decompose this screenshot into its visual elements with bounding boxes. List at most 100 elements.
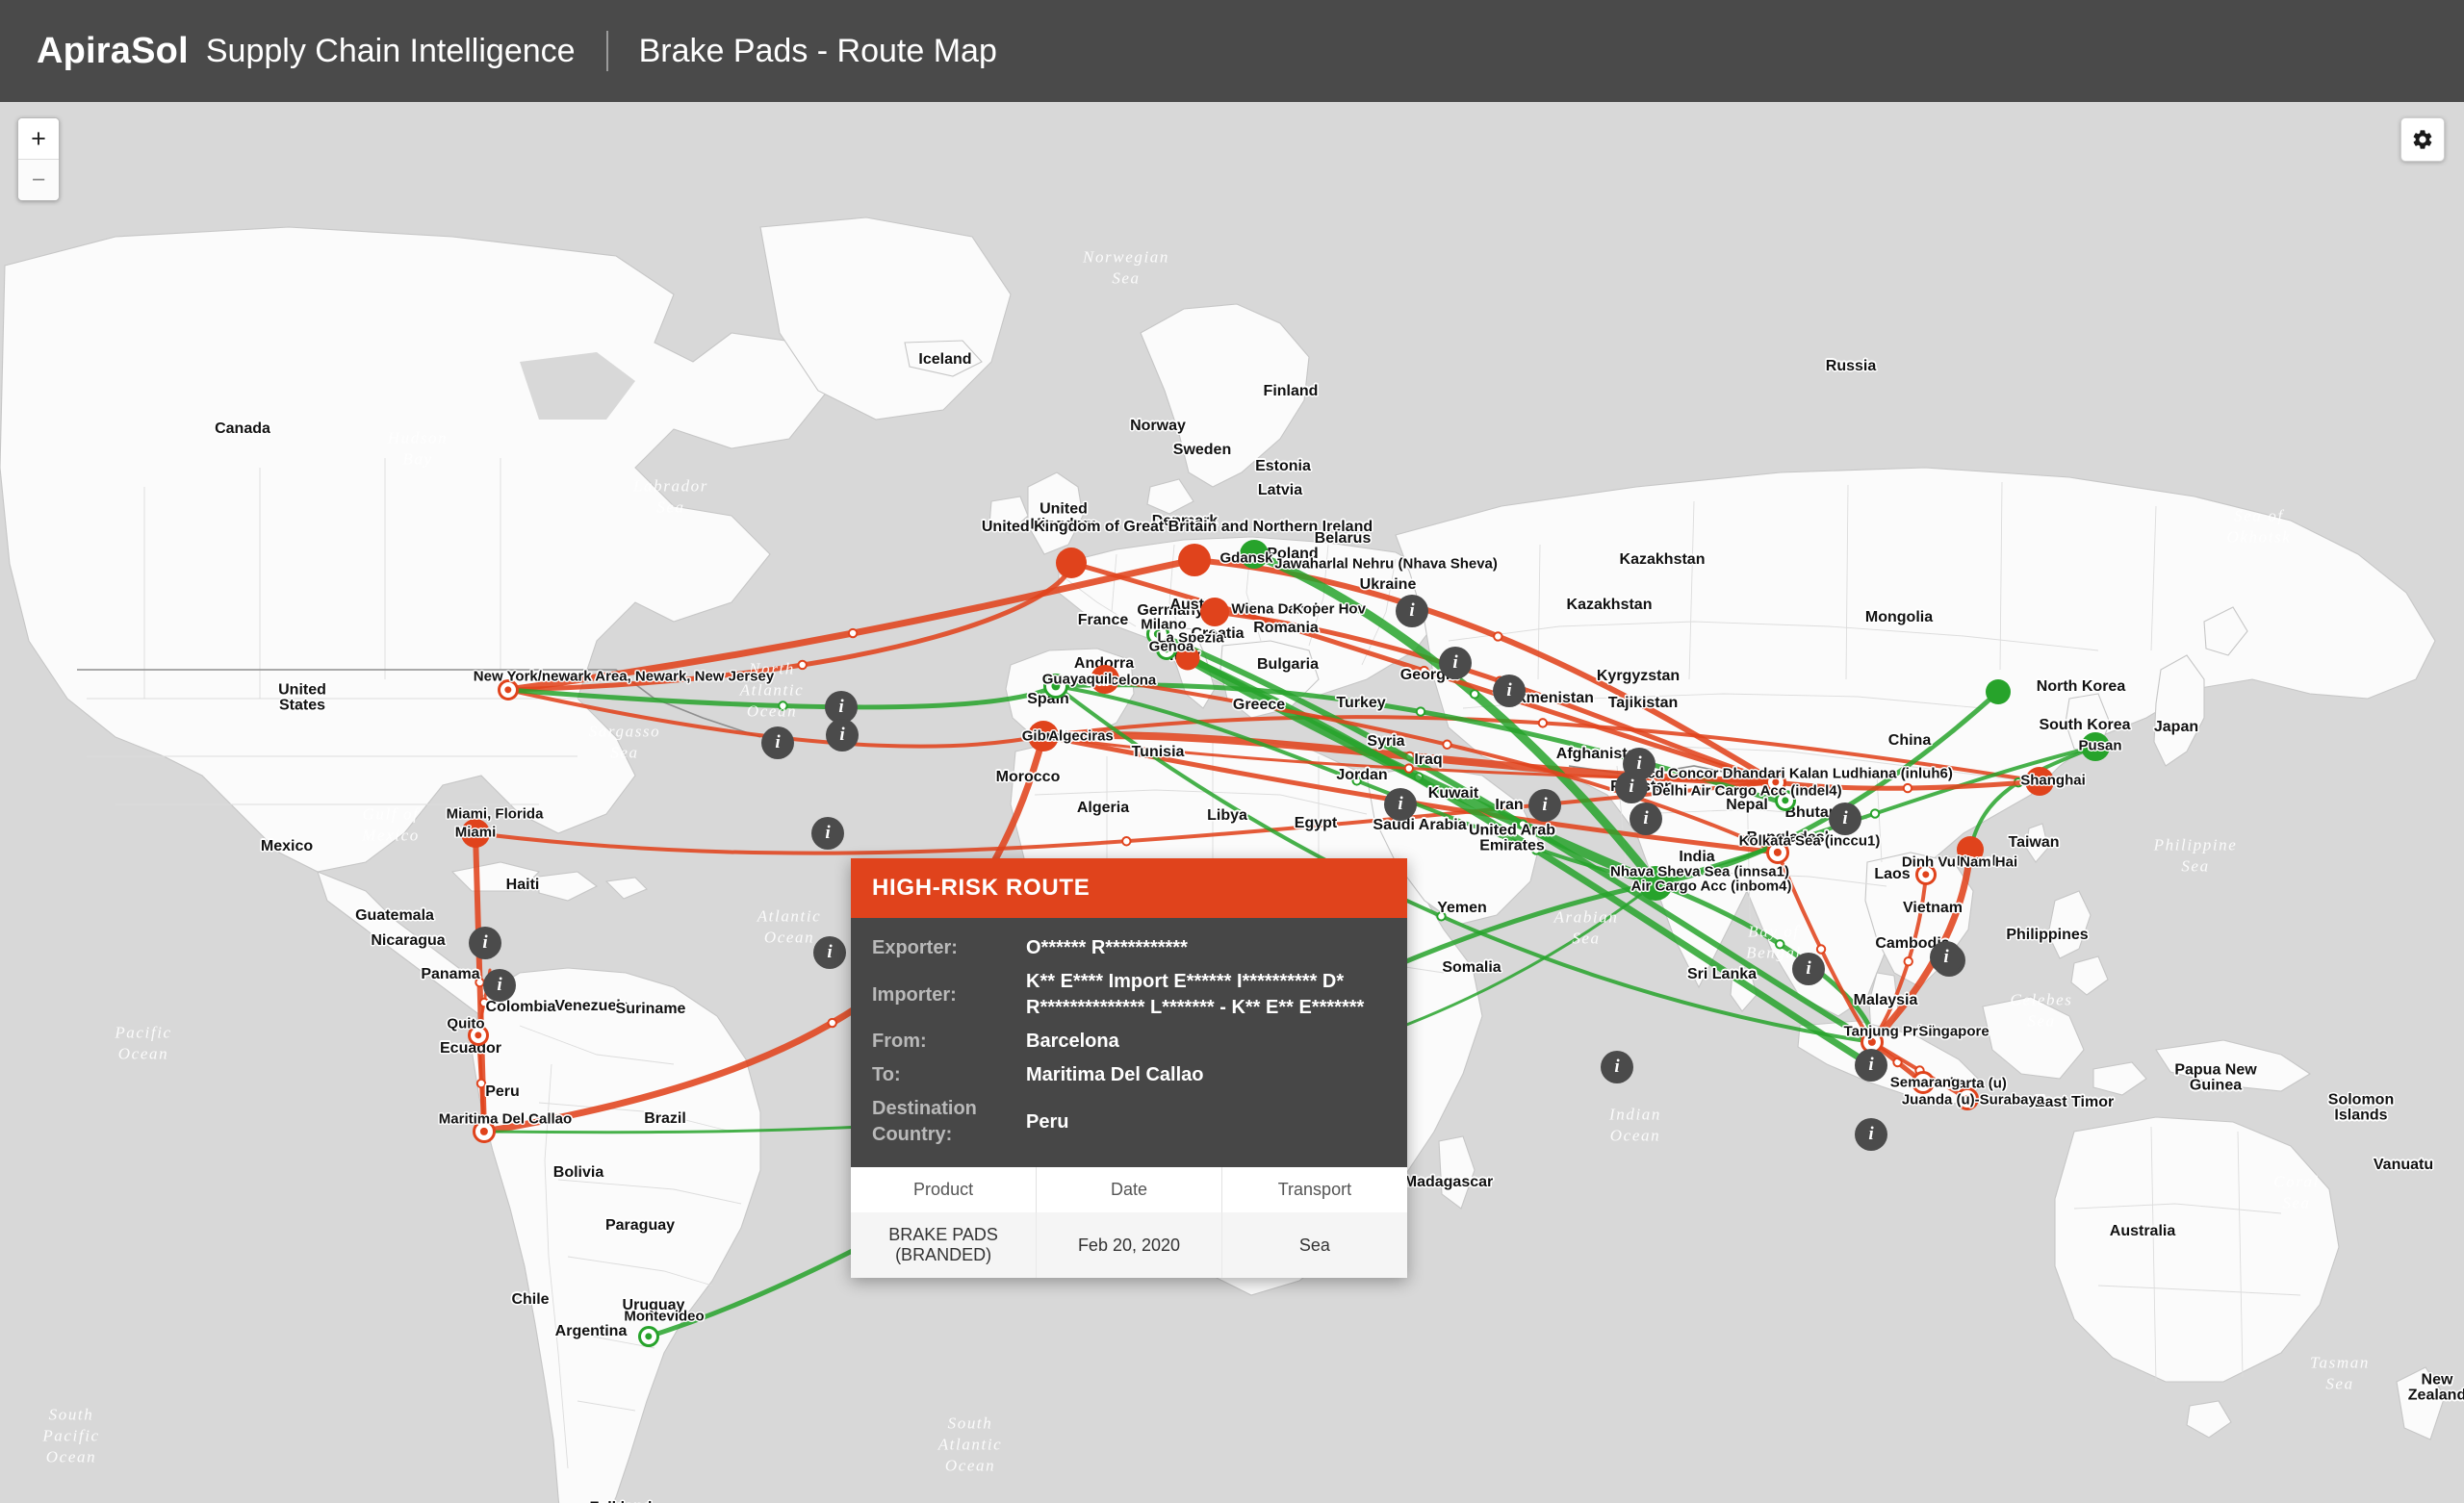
info-icon[interactable]: i — [1439, 647, 1472, 679]
route-waypoint-dot — [1519, 820, 1527, 828]
info-icon[interactable]: i — [1855, 1118, 1887, 1151]
route-waypoint-dot — [477, 1080, 485, 1087]
info-icon[interactable]: i — [761, 726, 794, 759]
port-marker-dot-red[interactable] — [1091, 665, 1119, 694]
info-icon[interactable]: i — [1384, 788, 1417, 821]
header-divider — [606, 31, 608, 71]
app-header: ApiraSol Supply Chain Intelligence Brake… — [0, 0, 2464, 102]
port-marker-ring-red[interactable] — [1956, 1087, 1979, 1110]
field-value: Peru — [1026, 1109, 1386, 1135]
info-icon[interactable]: i — [1930, 941, 1963, 974]
info-icon[interactable]: i — [1792, 953, 1825, 985]
route-waypoint-dot — [1420, 667, 1427, 675]
field-label: Destination Country: — [872, 1096, 1026, 1148]
tooltip-field-to: To: Maritima Del Callao — [872, 1062, 1386, 1088]
world-map-graphic: .land{fill:#fbfbfb;stroke:#c6c6c6;stroke… — [0, 102, 2464, 1503]
info-icon[interactable]: i — [1601, 1051, 1633, 1083]
settings-button[interactable] — [2400, 117, 2445, 162]
table-body: BRAKE PADS (BRANDED)Feb 20, 2020Sea — [851, 1212, 1407, 1278]
field-label: To: — [872, 1062, 1026, 1088]
port-marker-ring-green[interactable] — [638, 1326, 659, 1347]
table-column-header: Transport — [1221, 1167, 1407, 1212]
map-canvas[interactable]: .land{fill:#fbfbfb;stroke:#c6c6c6;stroke… — [0, 102, 2464, 1503]
tooltip-field-exporter: Exporter: O****** R*********** — [872, 935, 1386, 961]
field-label: From: — [872, 1029, 1026, 1055]
route-waypoint-dot — [1776, 940, 1784, 948]
field-label: Exporter: — [872, 935, 1026, 961]
tooltip-field-importer: Importer: K** E**** Import E****** I****… — [872, 969, 1386, 1021]
info-icon[interactable]: i — [1829, 802, 1861, 835]
zoom-in-button[interactable]: + — [18, 118, 59, 159]
tooltip-title: HIGH-RISK ROUTE — [851, 858, 1407, 918]
route-waypoint-dot — [1352, 777, 1360, 784]
table-row: BRAKE PADS (BRANDED)Feb 20, 2020Sea — [851, 1212, 1407, 1278]
info-icon[interactable]: i — [1630, 802, 1662, 835]
route-waypoint-dot — [1539, 719, 1547, 726]
gear-icon — [2411, 128, 2434, 151]
port-marker-ring-green[interactable] — [1775, 790, 1796, 811]
port-marker-dot-green[interactable] — [2081, 732, 2110, 761]
port-marker-ring-red[interactable] — [468, 1025, 489, 1046]
shipment-table: ProductDateTransport BRAKE PADS (BRANDED… — [851, 1167, 1407, 1278]
port-marker-dot-red[interactable] — [1056, 548, 1087, 578]
route-tooltip: HIGH-RISK ROUTE Exporter: O****** R*****… — [851, 858, 1407, 1278]
info-icon[interactable]: i — [1493, 675, 1526, 707]
port-marker-ring-red[interactable] — [1912, 1071, 1935, 1094]
port-marker-dot-green[interactable] — [1638, 866, 1673, 901]
port-marker-ring-green[interactable] — [1043, 674, 1068, 699]
route-waypoint-dot — [1871, 809, 1879, 817]
info-icon[interactable]: i — [1528, 789, 1561, 822]
tooltip-body: Exporter: O****** R*********** Importer:… — [851, 918, 1407, 1167]
zoom-out-button[interactable]: − — [18, 159, 59, 200]
table-column-header: Date — [1037, 1167, 1222, 1212]
route-waypoint-dot — [1122, 837, 1130, 845]
route-waypoint-dot — [1532, 846, 1540, 853]
port-marker-ring-red[interactable] — [498, 679, 519, 701]
field-label: Importer: — [872, 982, 1026, 1008]
port-marker-dot-green[interactable] — [1986, 679, 2011, 704]
table-cell: Feb 20, 2020 — [1037, 1212, 1222, 1278]
info-icon[interactable]: i — [813, 936, 846, 969]
port-marker-ring-red[interactable] — [1766, 841, 1789, 864]
port-marker-ring-green[interactable] — [1156, 639, 1177, 660]
info-icon[interactable]: i — [469, 927, 501, 959]
route-waypoint-dot — [1904, 784, 1912, 792]
route-waypoint-dot — [1471, 690, 1478, 698]
port-marker-ring-red[interactable] — [473, 1120, 496, 1143]
zoom-controls[interactable]: + − — [17, 117, 60, 201]
info-icon[interactable]: i — [826, 719, 859, 752]
port-marker-dot-green[interactable] — [1240, 540, 1269, 569]
route-waypoint-dot — [1443, 741, 1450, 749]
route-waypoint-dot — [828, 1019, 835, 1027]
route-waypoint-dot — [1817, 945, 1825, 953]
table-cell: Sea — [1221, 1212, 1407, 1278]
port-marker-dot-red[interactable] — [1957, 836, 1984, 863]
brand-product-name: Supply Chain Intelligence — [206, 33, 576, 70]
port-marker-dot-red[interactable] — [1178, 544, 1211, 576]
info-icon[interactable]: i — [1855, 1049, 1887, 1082]
brand-logo: ApiraSol — [37, 31, 189, 72]
port-marker-dot-red[interactable] — [1176, 647, 1200, 671]
table-header-row: ProductDateTransport — [851, 1167, 1407, 1212]
route-waypoint-dot — [798, 661, 806, 669]
port-marker-dot-red[interactable] — [1200, 598, 1229, 626]
info-icon[interactable]: i — [1623, 748, 1656, 780]
port-marker-dot-red[interactable] — [461, 819, 490, 848]
route-waypoint-dot — [1405, 764, 1413, 772]
table-column-header: Product — [851, 1167, 1037, 1212]
tooltip-field-destination-country: Destination Country: Peru — [872, 1096, 1386, 1148]
port-marker-dot-red[interactable] — [1028, 721, 1059, 752]
info-icon[interactable]: i — [1396, 595, 1428, 627]
port-marker-ring-red[interactable] — [1915, 864, 1937, 885]
info-icon[interactable]: i — [811, 817, 844, 850]
route-waypoint-dot — [1417, 707, 1424, 715]
route-waypoint-dot — [480, 999, 488, 1006]
tooltip-field-from: From: Barcelona — [872, 1029, 1386, 1055]
page-title: Brake Pads - Route Map — [639, 33, 997, 70]
field-value: Barcelona — [1026, 1029, 1386, 1055]
port-marker-dot-red[interactable] — [2025, 767, 2054, 796]
route-waypoint-dot — [849, 629, 857, 637]
info-icon[interactable]: i — [483, 969, 516, 1002]
route-waypoint-dot — [1905, 957, 1912, 965]
route-waypoint-dot — [1494, 632, 1502, 640]
